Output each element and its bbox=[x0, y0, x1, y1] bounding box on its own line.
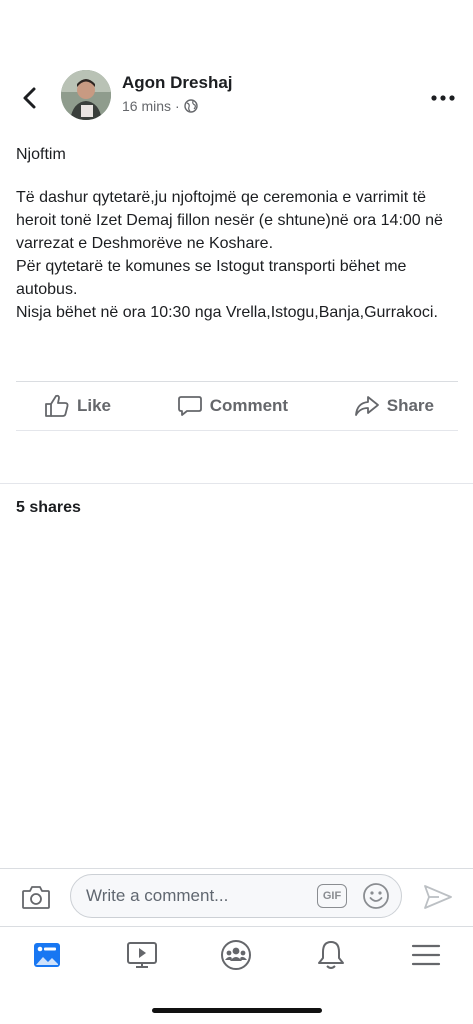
globe-icon bbox=[184, 99, 198, 113]
gif-button[interactable]: GIF bbox=[317, 884, 347, 908]
comment-button[interactable]: Comment bbox=[177, 394, 288, 418]
post-meta: 16 mins · bbox=[122, 98, 198, 114]
notifications-icon bbox=[318, 941, 345, 969]
comment-icon bbox=[177, 396, 202, 416]
post-paragraph: Nisja bëhet në ora 10:30 nga Vrella,Isto… bbox=[16, 304, 438, 321]
emoji-button[interactable] bbox=[361, 881, 391, 911]
shares-count[interactable]: 5 shares bbox=[16, 499, 81, 517]
author-name[interactable]: Agon Dreshaj bbox=[122, 73, 233, 93]
comment-label: Comment bbox=[209, 396, 289, 415]
comment-placeholder: Write a comment... bbox=[86, 886, 229, 905]
share-label: Share bbox=[386, 396, 434, 415]
menu-icon bbox=[411, 944, 440, 966]
post-body: Të dashur qytetarë,ju njoftojmë qe cerem… bbox=[16, 186, 456, 324]
post-time[interactable]: 16 mins bbox=[122, 98, 171, 114]
like-button[interactable]: Like bbox=[44, 394, 111, 418]
share-button[interactable]: Share bbox=[354, 394, 434, 418]
more-options-button[interactable] bbox=[426, 86, 460, 110]
avatar[interactable] bbox=[61, 70, 111, 120]
divider bbox=[0, 868, 473, 869]
share-icon bbox=[354, 396, 379, 416]
news-feed-icon bbox=[34, 943, 61, 967]
post-action-bar: Like Comment Share bbox=[16, 382, 458, 430]
nav-watch[interactable] bbox=[112, 930, 172, 980]
comment-input[interactable]: Write a comment... GIF bbox=[70, 874, 402, 918]
home-indicator bbox=[152, 1008, 322, 1013]
thumbs-up-icon bbox=[45, 394, 69, 417]
camera-icon bbox=[22, 886, 50, 909]
watch-icon bbox=[126, 942, 157, 968]
post-paragraph: Për qytetarë te komunes se Istogut trans… bbox=[16, 258, 407, 298]
divider bbox=[0, 483, 473, 484]
camera-button[interactable] bbox=[18, 880, 54, 914]
divider bbox=[16, 430, 458, 431]
meta-separator: · bbox=[175, 98, 180, 114]
smiley-icon bbox=[363, 883, 389, 909]
like-label: Like bbox=[77, 396, 112, 415]
send-icon bbox=[424, 885, 452, 909]
back-button[interactable] bbox=[14, 82, 46, 114]
more-dots-icon bbox=[431, 95, 455, 101]
nav-notifications[interactable] bbox=[301, 930, 361, 980]
send-button[interactable] bbox=[420, 880, 456, 914]
nav-menu[interactable] bbox=[396, 930, 456, 980]
nav-groups[interactable] bbox=[206, 930, 266, 980]
bottom-nav bbox=[0, 927, 473, 983]
nav-news-feed[interactable] bbox=[17, 930, 77, 980]
post-title: Njoftim bbox=[16, 146, 66, 163]
chevron-left-icon bbox=[23, 87, 36, 109]
groups-icon bbox=[221, 940, 252, 970]
post-paragraph: Të dashur qytetarë,ju njoftojmë qe cerem… bbox=[16, 189, 443, 252]
